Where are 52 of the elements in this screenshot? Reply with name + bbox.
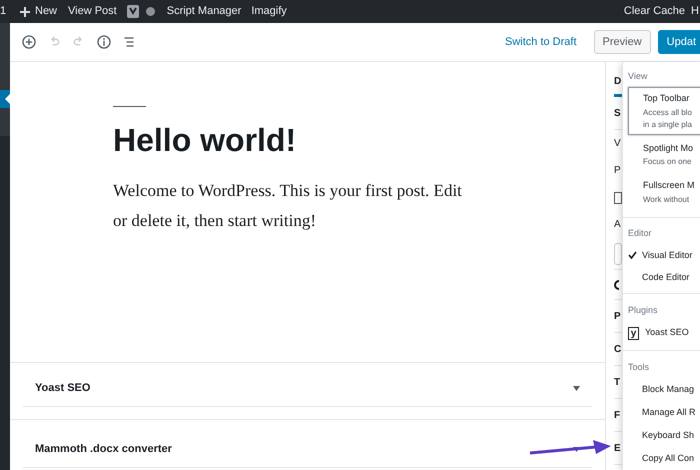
menu-option[interactable]: Spotlight Mo Focus on one: [628, 136, 700, 172]
checkbox[interactable]: [614, 192, 622, 204]
meta-box-header[interactable]: Yoast SEO: [23, 371, 592, 407]
menu-section-label: Tools: [628, 361, 650, 374]
meta-box-title: Yoast SEO: [35, 381, 90, 396]
menu-item[interactable]: Code Editor: [628, 266, 700, 288]
update-button[interactable]: Updat: [658, 30, 700, 54]
meta-box-header[interactable]: Mammoth .docx converter: [23, 432, 592, 468]
menu-option-description: Access all blo: [643, 108, 693, 118]
preview-button[interactable]: Preview: [594, 30, 651, 54]
sidebar-label: P: [614, 164, 622, 178]
menu-option-title: Top Toolbar: [643, 92, 690, 105]
menu-item[interactable]: y Yoast SEO: [628, 321, 700, 346]
plus-icon: [19, 6, 31, 18]
sidebar-label: V: [614, 137, 622, 151]
meta-box-title: Mammoth .docx converter: [35, 442, 172, 458]
info-icon[interactable]: [96, 34, 112, 50]
add-block-icon[interactable]: [21, 34, 37, 50]
menu-item[interactable]: Copy All Con: [628, 447, 700, 470]
sidebar-label: A: [614, 218, 622, 232]
menu-section-label: Editor: [628, 227, 653, 240]
menu-section-label: View: [628, 70, 648, 83]
admin-bar-item[interactable]: Script Manager: [166, 3, 242, 20]
menu-item[interactable]: Visual Editor: [628, 244, 700, 266]
admin-bar-item[interactable]: Clear Cache: [624, 3, 686, 20]
menu-option-description: in a single pla: [643, 120, 693, 130]
admin-bar-item[interactable]: View Post: [68, 3, 117, 20]
post-paragraph[interactable]: Welcome to WordPress. This is your first post. Edit or delete it, then start writing!: [113, 176, 473, 236]
admin-bar-item[interactable]: 1: [0, 3, 8, 20]
menu-item-label: Visual Editor: [642, 248, 692, 262]
menu-option-title: Spotlight Mo: [643, 142, 694, 155]
yoast-icon: y: [628, 326, 639, 340]
checkmark-icon: [628, 251, 637, 260]
menu-option-title: Fullscreen M: [643, 179, 696, 192]
switch-to-draft-link[interactable]: Switch to Draft: [504, 34, 577, 50]
arc-icon: [614, 280, 620, 290]
menu-option-description: Focus on one: [643, 157, 692, 167]
admin-bar-item[interactable]: New: [35, 3, 58, 20]
menu-option[interactable]: Top Toolbar Access all blo in a single pla: [628, 87, 700, 134]
separator-line: [113, 106, 146, 107]
menu-item[interactable]: Keyboard Sh: [628, 424, 700, 448]
menu-option[interactable]: Fullscreen M Work without: [628, 174, 700, 210]
post-title[interactable]: Hello world!: [113, 120, 605, 160]
menu-section-label: Plugins: [628, 304, 659, 318]
menu-item-label: Yoast SEO: [645, 326, 689, 340]
menu-item-label: Code Editor: [642, 270, 690, 284]
menu-item[interactable]: Block Manag: [628, 378, 700, 402]
admin-bar-item[interactable]: H: [691, 3, 699, 20]
admin-bar-item[interactable]: Imagify: [251, 3, 287, 20]
menu-option-description: Work without: [643, 194, 690, 204]
menu-item[interactable]: Manage All R: [628, 401, 700, 424]
status-dot-icon: [146, 7, 155, 16]
